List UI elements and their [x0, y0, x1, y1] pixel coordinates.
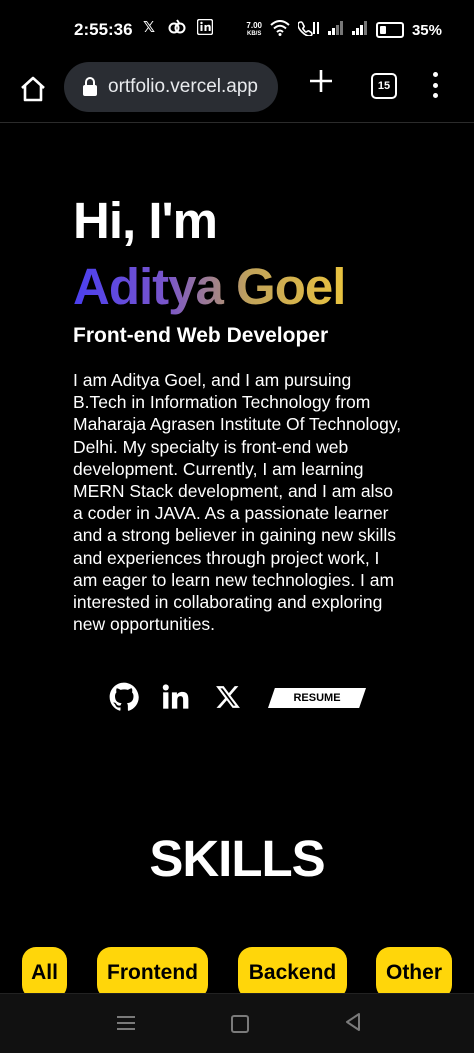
address-bar[interactable]: ortfolio.vercel.app	[64, 62, 278, 112]
linkedin-notification-icon	[196, 18, 214, 36]
signal-2-icon	[351, 21, 368, 39]
menu-dot-icon	[432, 72, 438, 77]
lock-icon	[82, 77, 102, 97]
system-nav-bar	[0, 993, 474, 1053]
filter-frontend[interactable]: Frontend	[97, 947, 208, 993]
system-status: 7.00 KB/S 35%	[246, 20, 442, 40]
x-icon	[216, 686, 240, 708]
back-button[interactable]	[344, 1012, 362, 1032]
status-time: 2:55:36	[74, 20, 133, 39]
url-text: ortfolio.vercel.app	[108, 76, 258, 97]
nav-home-button[interactable]	[231, 1015, 249, 1033]
filter-other[interactable]: Other	[376, 947, 452, 993]
social-links	[108, 681, 244, 713]
hero-name: Aditya Goel	[73, 258, 346, 315]
page-content: Hi, I'm Aditya Goel Front-end Web Develo…	[0, 123, 474, 993]
linkedin-icon	[162, 684, 189, 709]
filter-backend[interactable]: Backend	[238, 947, 347, 993]
hero-bio: I am Aditya Goel, and I am pursuing B.Te…	[73, 370, 402, 635]
network-speed: 7.00 KB/S	[246, 21, 262, 38]
battery-icon	[375, 22, 404, 38]
github-icon	[109, 682, 139, 711]
status-bar: 2:55:36 𝕏 7.00 KB/S 35%	[0, 0, 474, 62]
github-link[interactable]	[108, 681, 140, 713]
plus-icon	[310, 70, 332, 92]
skills-title: SKILLS	[149, 830, 325, 887]
recents-button[interactable]	[117, 1016, 135, 1030]
volte-call-icon	[297, 20, 320, 40]
x-notification-icon: 𝕏	[142, 19, 156, 36]
tab-switcher-button[interactable]: 15	[371, 73, 397, 99]
x-link[interactable]	[212, 681, 244, 713]
app-notification-icon	[168, 18, 186, 36]
filter-all[interactable]: All	[22, 947, 67, 993]
resume-button[interactable]: RESUME	[268, 688, 366, 708]
new-tab-button[interactable]	[304, 68, 338, 102]
browser-menu-button[interactable]	[425, 70, 445, 100]
battery-percent: 35%	[411, 21, 442, 39]
hero-role: Front-end Web Developer	[73, 324, 329, 347]
back-icon	[346, 1013, 360, 1031]
menu-dot-icon	[432, 82, 438, 88]
tab-count: 15	[377, 80, 391, 92]
menu-dot-icon	[432, 93, 438, 98]
notification-icons: 𝕏	[140, 18, 214, 36]
linkedin-link[interactable]	[160, 681, 192, 713]
recents-icon	[117, 1016, 135, 1018]
skills-filter-bar: All Frontend Backend Other	[0, 947, 474, 993]
home-icon	[21, 76, 45, 102]
signal-1-icon	[327, 21, 344, 39]
hero-greeting: Hi, I'm	[73, 192, 218, 249]
home-button[interactable]	[16, 72, 50, 106]
wifi-icon	[270, 20, 290, 40]
browser-toolbar: ortfolio.vercel.app 15	[0, 62, 474, 123]
